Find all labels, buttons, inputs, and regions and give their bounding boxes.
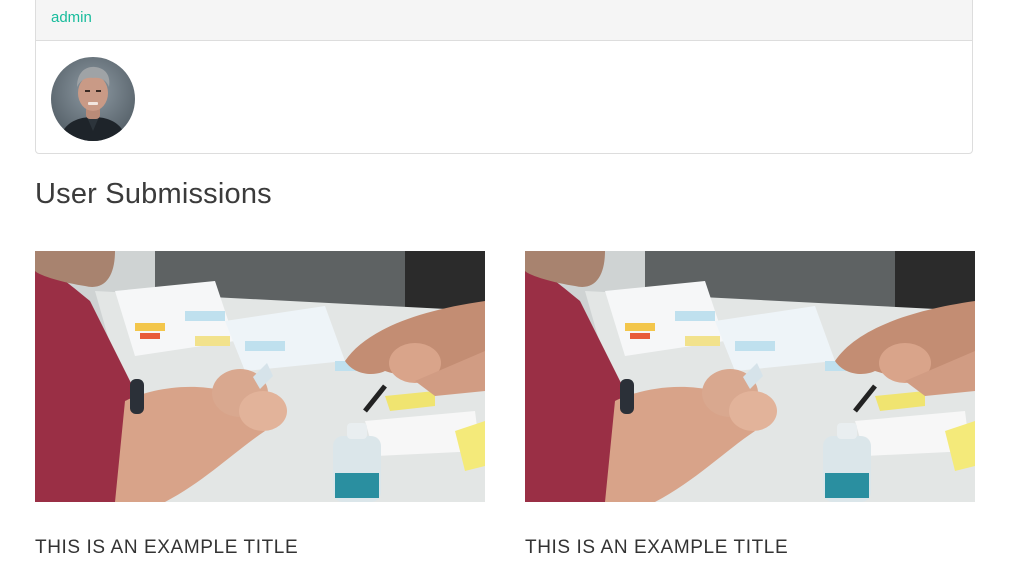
photo-image <box>525 251 975 502</box>
section-title: User Submissions <box>35 178 272 210</box>
submission-image[interactable] <box>525 251 975 502</box>
profile-panel: admin <box>35 0 973 154</box>
username-link[interactable]: admin <box>51 9 92 26</box>
photo-image <box>35 251 485 502</box>
submission-card[interactable]: THIS IS AN EXAMPLE TITLE <box>35 251 485 558</box>
submission-title[interactable]: THIS IS AN EXAMPLE TITLE <box>525 537 788 559</box>
submission-title[interactable]: THIS IS AN EXAMPLE TITLE <box>35 537 298 559</box>
avatar-image <box>51 57 135 141</box>
profile-panel-heading: admin <box>36 0 972 41</box>
submission-image[interactable] <box>35 251 485 502</box>
submission-card[interactable]: THIS IS AN EXAMPLE TITLE <box>525 251 975 558</box>
avatar[interactable] <box>51 57 135 141</box>
